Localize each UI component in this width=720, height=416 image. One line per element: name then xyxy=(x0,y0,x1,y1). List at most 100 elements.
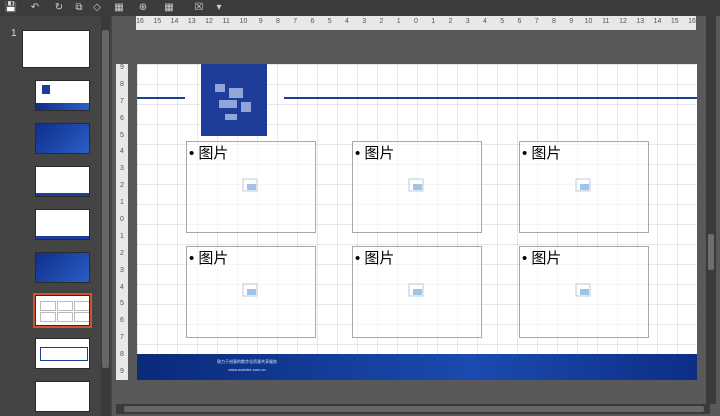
ruler-tick: 3 xyxy=(120,165,124,173)
redo-icon[interactable]: ↻ xyxy=(52,1,66,15)
slide-thumbnail[interactable] xyxy=(35,381,90,412)
slide-thumbnail[interactable] xyxy=(35,123,90,154)
ruler-tick: 1 xyxy=(120,232,124,240)
ruler-tick: 15 xyxy=(153,18,162,25)
ruler-tick: 10 xyxy=(584,18,593,25)
picture-icon xyxy=(408,283,424,297)
ruler-tick: 4 xyxy=(120,148,124,156)
slide-canvas[interactable]: • 图片 • 图片 • 图片 • 图片 • 图片 • 图片 致力于创意的数字化资… xyxy=(137,64,697,380)
ruler-tick: 12 xyxy=(619,18,627,25)
ruler-tick: 4 xyxy=(345,18,349,25)
placeholder-label: • 图片 xyxy=(189,250,229,267)
ruler-tick: 15 xyxy=(670,18,679,25)
ruler-tick: 8 xyxy=(120,351,124,359)
placeholder-label: • 图片 xyxy=(189,145,229,162)
slide-thumbnail[interactable] xyxy=(35,166,90,197)
picture-placeholder[interactable]: • 图片 xyxy=(352,246,482,338)
footer-url: www.worldex.com.cn xyxy=(228,367,266,372)
header-rule-left xyxy=(137,97,185,99)
horizontal-scroll-thumb[interactable] xyxy=(124,406,704,412)
format-painter-icon[interactable]: ⧉ xyxy=(72,1,86,15)
ruler-tick: 9 xyxy=(120,64,124,71)
ruler-tick: 13 xyxy=(636,18,645,25)
ruler-tick: 1 xyxy=(431,18,436,25)
picture-placeholder[interactable]: • 图片 xyxy=(519,141,649,233)
ruler-tick: 8 xyxy=(276,18,280,25)
slide-thumbnail[interactable] xyxy=(35,338,90,369)
ruler-tick: 0 xyxy=(414,18,418,25)
table-tools-icon[interactable]: ▦ xyxy=(162,1,176,15)
ruler-tick: 4 xyxy=(120,283,124,291)
vertical-scroll-thumb[interactable] xyxy=(708,234,714,270)
ruler-tick: 12 xyxy=(205,18,213,25)
ruler-tick: 14 xyxy=(170,18,179,25)
placeholder-label: • 图片 xyxy=(522,250,562,267)
ruler-tick: 9 xyxy=(569,18,574,25)
ruler-tick: 3 xyxy=(465,18,470,25)
picture-placeholder[interactable]: • 图片 xyxy=(352,141,482,233)
ruler-tick: 9 xyxy=(120,368,124,375)
footer-tagline: 致力于创意的数字化资源共享服务 xyxy=(217,359,277,364)
picture-icon xyxy=(242,283,258,297)
picture-icon xyxy=(408,178,424,192)
ruler-tick: 5 xyxy=(120,131,124,139)
slide-number: 1 xyxy=(11,28,17,39)
arrange-icon[interactable]: ⊕ xyxy=(136,1,150,15)
ruler-tick: 5 xyxy=(500,18,505,25)
placeholder-label: • 图片 xyxy=(355,145,395,162)
ruler-tick: 2 xyxy=(120,182,124,190)
footer-banner: 致力于创意的数字化资源共享服务 www.worldex.com.cn xyxy=(137,354,697,380)
slide-thumbnail-pane: 1 xyxy=(0,16,112,416)
picture-placeholder[interactable]: • 图片 xyxy=(519,246,649,338)
undo-icon[interactable]: ↶ xyxy=(28,1,42,15)
slide-thumbnail[interactable] xyxy=(35,209,90,240)
picture-placeholder[interactable]: • 图片 xyxy=(186,141,316,233)
vertical-scrollbar[interactable] xyxy=(706,16,716,404)
ruler-tick: 11 xyxy=(602,18,610,25)
table-icon[interactable]: ▦ xyxy=(112,1,126,15)
horizontal-scrollbar[interactable] xyxy=(116,404,710,414)
ruler-tick: 3 xyxy=(362,18,367,25)
picture-placeholder[interactable]: • 图片 xyxy=(186,246,316,338)
ruler-tick: 2 xyxy=(120,249,124,257)
ruler-tick: 8 xyxy=(120,80,124,88)
slide-thumbnail[interactable] xyxy=(35,252,90,283)
quick-access-toolbar: 💾 ↶ ↻ ⧉ ◇ ▦ ⊕ ▦ ☒ ▾ xyxy=(0,0,720,16)
ruler-tick: 16 xyxy=(136,18,144,25)
close-icon[interactable]: ☒ xyxy=(192,1,206,15)
placeholder-label: • 图片 xyxy=(522,145,562,162)
placeholder-label: • 图片 xyxy=(355,250,395,267)
ruler-tick: 11 xyxy=(222,18,230,25)
slide-thumbnail[interactable] xyxy=(35,80,90,111)
ruler-tick: 6 xyxy=(120,317,124,325)
header-rule-right xyxy=(284,97,697,99)
ruler-tick: 7 xyxy=(293,18,298,25)
shapes-icon[interactable]: ◇ xyxy=(90,1,104,15)
ruler-tick: 3 xyxy=(120,266,124,274)
ruler-tick: 4 xyxy=(483,18,487,25)
ruler-tick: 6 xyxy=(120,114,124,122)
ruler-tick: 7 xyxy=(120,334,124,342)
ruler-tick: 1 xyxy=(120,199,124,207)
horizontal-ruler: 16 15 14 13 12 11 10 9 8 7 6 5 4 3 2 1 0 1 2 3 4 5 6 7 8 9 10 11 12 1… xyxy=(136,16,696,30)
ruler-tick: 2 xyxy=(448,18,453,25)
ruler-tick: 0 xyxy=(120,216,124,223)
ruler-tick: 6 xyxy=(310,18,315,25)
ruler-tick: 1 xyxy=(396,18,401,25)
ruler-tick: 5 xyxy=(327,18,332,25)
ruler-tick: 13 xyxy=(187,18,196,25)
ruler-tick: 9 xyxy=(258,18,263,25)
picture-icon xyxy=(575,178,591,192)
slide-thumbnail[interactable] xyxy=(22,30,90,68)
save-icon[interactable]: 💾 xyxy=(4,1,18,15)
slide-thumbnail-selected[interactable] xyxy=(33,293,92,328)
logo-image xyxy=(201,64,267,136)
ruler-tick: 2 xyxy=(379,18,384,25)
ruler-tick: 6 xyxy=(517,18,522,25)
ruler-tick: 8 xyxy=(552,18,556,25)
customize-toolbar-icon[interactable]: ▾ xyxy=(214,1,224,15)
ruler-tick: 14 xyxy=(653,18,662,25)
ruler-tick: 7 xyxy=(120,97,124,105)
thumbnail-scrollbar[interactable] xyxy=(101,16,110,416)
ruler-tick: 16 xyxy=(688,18,696,25)
